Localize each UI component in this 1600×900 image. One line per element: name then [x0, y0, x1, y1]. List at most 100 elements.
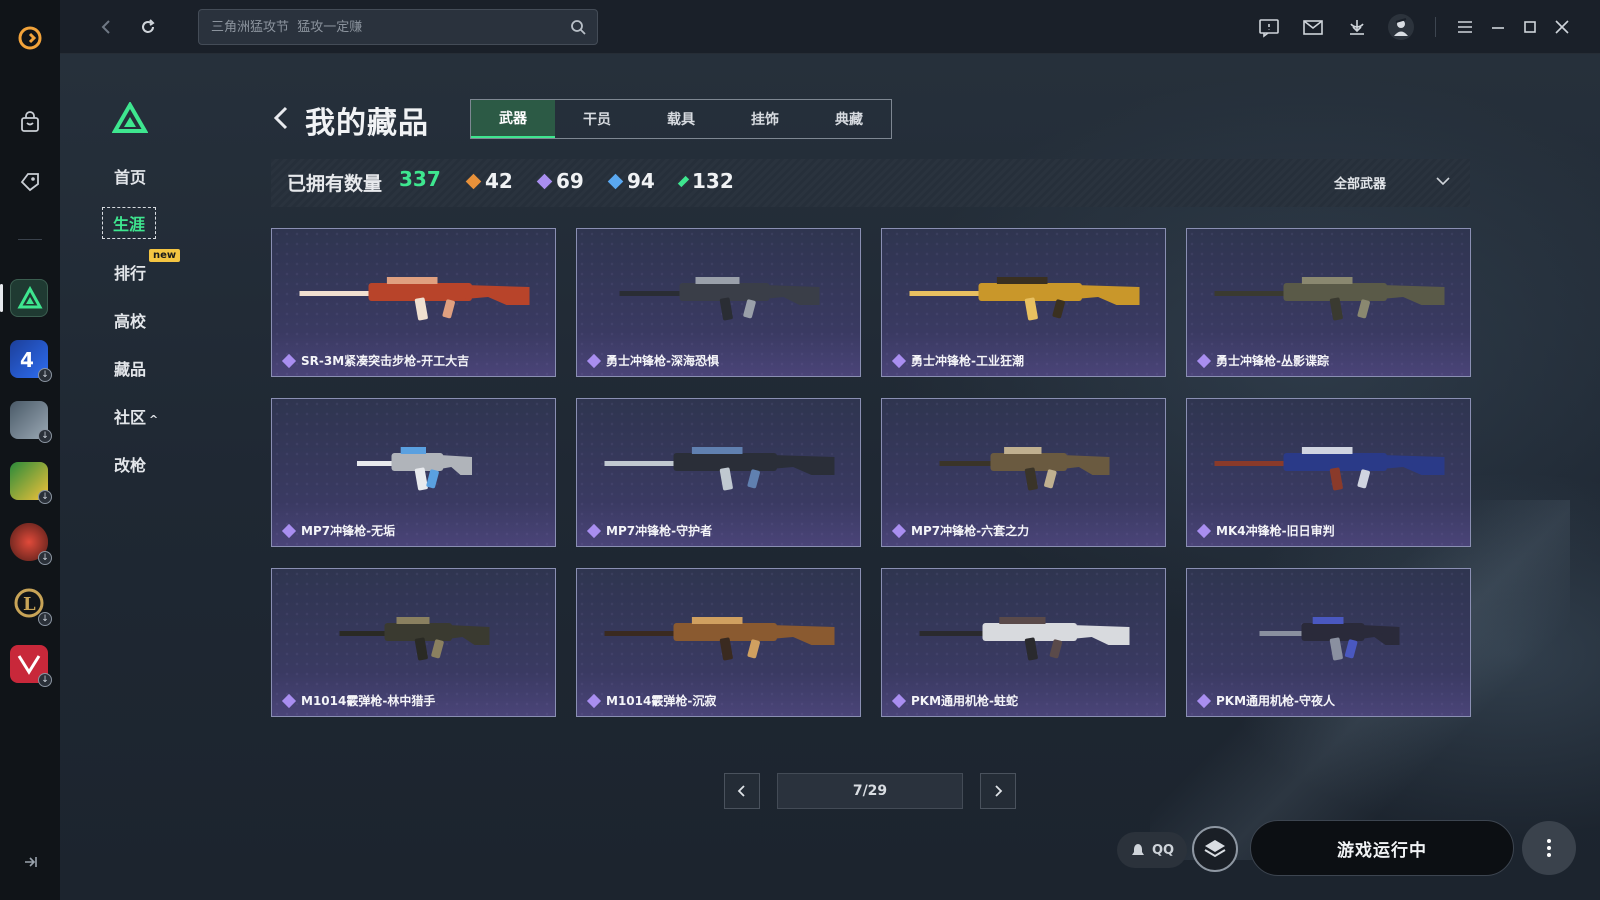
more-vertical-icon: [1547, 839, 1551, 857]
refresh-button[interactable]: [135, 14, 161, 40]
collapse-sidebar-icon[interactable]: [20, 852, 40, 872]
weapon-card[interactable]: 勇士冲锋枪-丛影谍踪: [1186, 228, 1471, 377]
weapon-card[interactable]: 勇士冲锋枪-深海恐惧: [576, 228, 861, 377]
chevron-left-icon: [737, 785, 745, 797]
subnav-gun-mod[interactable]: 改枪: [114, 452, 146, 476]
tab-vehicles[interactable]: 载具: [639, 100, 723, 138]
weapon-image: [619, 277, 820, 321]
tag-icon[interactable]: [10, 162, 50, 202]
weapon-name: MP7冲锋枪-守护者: [606, 524, 713, 538]
category-tabs: 武器 干员 载具 挂饰 典藏: [470, 99, 892, 139]
minimize-button[interactable]: [1485, 14, 1511, 40]
user-avatar[interactable]: [1388, 14, 1414, 40]
subnav-career[interactable]: 生涯: [102, 207, 157, 239]
next-page-button[interactable]: [980, 773, 1016, 809]
back-arrow-icon[interactable]: [270, 104, 292, 132]
weapon-name: MP7冲锋枪-无垢: [301, 524, 396, 538]
game-launcher-button[interactable]: [1192, 826, 1238, 872]
game-running-button[interactable]: 游戏运行中: [1250, 820, 1514, 876]
weapon-card[interactable]: MP7冲锋枪-守护者: [576, 398, 861, 547]
weapon-image: [604, 447, 835, 491]
weapon-card[interactable]: M1014霰弹枪-沉寂: [576, 568, 861, 717]
rarity-diamond-icon: [586, 353, 602, 369]
mail-icon: [1303, 20, 1323, 35]
page-indicator[interactable]: 7/29: [777, 773, 963, 809]
rarity-diamond-icon: [281, 353, 297, 369]
weapon-name: PKM通用机枪-守夜人: [1216, 694, 1336, 708]
game-icon-4[interactable]: ↓: [10, 462, 52, 504]
subnav-community[interactable]: 社区 ^: [114, 404, 158, 428]
weapon-image: [339, 617, 490, 661]
tab-charms[interactable]: 挂饰: [723, 100, 807, 138]
weapon-card[interactable]: 勇士冲锋枪-工业狂潮: [881, 228, 1166, 377]
game-delta-force-icon[interactable]: [10, 279, 48, 317]
top-bar: [60, 0, 1600, 54]
app-logo-icon[interactable]: [10, 18, 50, 58]
weapon-name: M1014霰弹枪-林中猎手: [301, 694, 436, 708]
weapon-name: 勇士冲锋枪-深海恐惧: [606, 354, 719, 368]
weapon-card[interactable]: M1014霰弹枪-林中猎手: [271, 568, 556, 717]
rarity-value: 94: [627, 169, 655, 193]
prev-page-button[interactable]: [724, 773, 760, 809]
tab-weapons[interactable]: 武器: [471, 100, 555, 138]
diamond-green-icon: [677, 175, 690, 187]
search-icon[interactable]: [569, 18, 587, 36]
chat-button[interactable]: [1256, 14, 1282, 40]
weapon-filter-dropdown[interactable]: 全部武器: [1334, 173, 1386, 192]
weapon-card[interactable]: MP7冲锋枪-六套之力: [881, 398, 1166, 547]
topbar-divider: [1435, 17, 1436, 37]
subnav-ranking[interactable]: 排行: [114, 260, 146, 284]
weapon-name: PKM通用机枪-蛀蛇: [911, 694, 1019, 708]
mail-button[interactable]: [1300, 14, 1326, 40]
game-icon-6[interactable]: L ↓: [10, 584, 52, 626]
close-button[interactable]: [1549, 14, 1575, 40]
game-icon-5[interactable]: ↓: [10, 523, 52, 565]
rail-divider: [18, 239, 42, 240]
game-icon-2[interactable]: 4 ↓: [10, 340, 52, 382]
chevron-down-icon[interactable]: [1435, 175, 1451, 187]
subnav-home[interactable]: 首页: [114, 164, 146, 188]
rarity-diamond-icon: [1196, 353, 1212, 369]
search-input[interactable]: [211, 10, 551, 44]
rarity-diamond-icon: [891, 523, 907, 539]
qq-penguin-icon: [1131, 844, 1144, 855]
weapon-image: [604, 617, 835, 661]
weapon-name: 勇士冲锋枪-丛影谍踪: [1216, 354, 1329, 368]
more-options-button[interactable]: [1522, 821, 1576, 875]
download-badge-icon: ↓: [38, 490, 52, 504]
weapon-card[interactable]: PKM通用机枪-守夜人: [1186, 568, 1471, 717]
tab-operators[interactable]: 干员: [555, 100, 639, 138]
weapon-card[interactable]: MK4冲锋枪-旧日审判: [1186, 398, 1471, 547]
maximize-button[interactable]: [1517, 14, 1543, 40]
subnav-community-label: 社区: [114, 408, 147, 427]
weapon-image: [357, 447, 472, 491]
qq-button[interactable]: QQ: [1117, 832, 1187, 868]
weapon-card[interactable]: SR-3M紧凑突击步枪-开工大吉: [271, 228, 556, 377]
owned-label: 已拥有数量: [287, 173, 383, 195]
tab-collection[interactable]: 典藏: [807, 100, 891, 138]
new-badge: new: [149, 249, 181, 262]
subnav-college[interactable]: 高校: [114, 308, 146, 332]
download-badge-icon: ↓: [38, 551, 52, 565]
svg-text:4: 4: [20, 348, 34, 372]
menu-button[interactable]: [1452, 14, 1478, 40]
game-icon-7[interactable]: ↓: [10, 645, 52, 687]
minimize-icon: [1492, 27, 1504, 29]
back-nav-button[interactable]: [93, 14, 119, 40]
store-bag-icon[interactable]: [10, 102, 50, 142]
weapon-card[interactable]: PKM通用机枪-蛀蛇: [881, 568, 1166, 717]
weapon-image: [299, 277, 530, 321]
rarity-diamond-icon: [281, 523, 297, 539]
weapon-image: [1214, 447, 1445, 491]
close-icon: [1555, 20, 1569, 34]
game-icon-3[interactable]: ↓: [10, 401, 52, 443]
maximize-icon: [1524, 21, 1536, 33]
rarity-purple-count: 69: [536, 169, 584, 193]
download-badge-icon: ↓: [38, 673, 52, 687]
download-manager-button[interactable]: [1344, 14, 1370, 40]
subnav-collection[interactable]: 藏品: [114, 356, 146, 380]
weapon-image: [1259, 617, 1400, 661]
rarity-orange-count: 42: [465, 169, 513, 193]
weapon-card[interactable]: MP7冲锋枪-无垢: [271, 398, 556, 547]
caret-up-icon: ^: [149, 413, 159, 426]
